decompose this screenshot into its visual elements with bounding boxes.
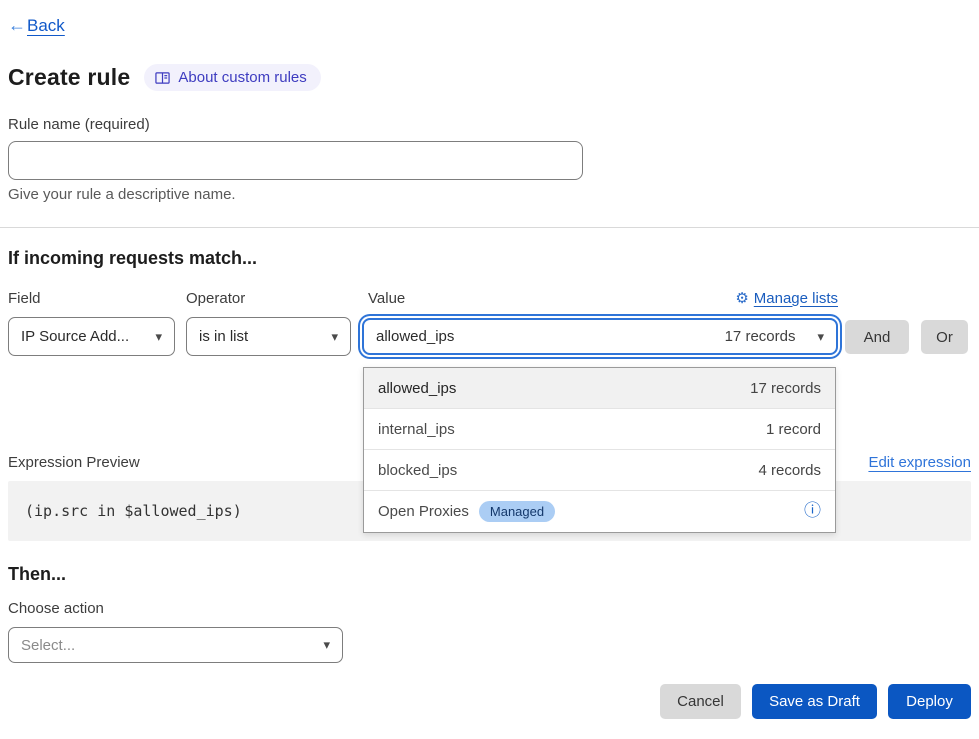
managed-badge: Managed [479, 501, 555, 522]
list-name: Open Proxies [378, 503, 469, 520]
back-arrow-icon: ← [8, 15, 26, 36]
title-row: Create rule About custom rules [8, 64, 321, 91]
gear-icon: ⚙ [735, 289, 748, 307]
list-records-count: 4 records [758, 462, 821, 479]
list-name: internal_ips [378, 421, 455, 438]
list-records-count: 1 record [766, 421, 821, 438]
expression-preview-label: Expression Preview [8, 454, 140, 471]
value-select[interactable]: allowed_ips 17 records ▾ [362, 318, 838, 355]
manage-lists-label: Manage lists [754, 290, 838, 307]
cancel-button[interactable]: Cancel [660, 684, 741, 719]
list-name: blocked_ips [378, 462, 457, 479]
expression-code: (ip.src in $allowed_ips) [25, 502, 242, 520]
and-button[interactable]: And [845, 320, 909, 354]
chevron-down-icon: ▾ [323, 637, 330, 653]
field-select-value: IP Source Add... [21, 328, 129, 345]
chevron-down-icon: ▾ [155, 329, 162, 345]
operator-select-value: is in list [199, 328, 248, 345]
book-icon [155, 71, 170, 85]
back-link[interactable]: ←Back [8, 15, 65, 36]
chevron-down-icon: ▾ [817, 329, 824, 345]
rule-name-input[interactable] [8, 141, 583, 180]
choose-action-label: Choose action [8, 600, 104, 617]
about-custom-rules-link[interactable]: About custom rules [144, 64, 320, 91]
section-divider [0, 227, 979, 228]
dropdown-option-allowed-ips[interactable]: allowed_ips 17 records [364, 368, 835, 409]
about-badge-label: About custom rules [178, 69, 306, 86]
info-icon[interactable]: ⓘ [804, 503, 821, 520]
rule-name-helper-text: Give your rule a descriptive name. [8, 186, 236, 203]
manage-lists-link[interactable]: ⚙ Manage lists [735, 289, 838, 307]
value-label: Value [368, 290, 405, 307]
then-section-heading: Then... [8, 564, 66, 585]
action-select[interactable]: Select... ▾ [8, 627, 343, 663]
page-title: Create rule [8, 64, 130, 91]
dropdown-option-internal-ips[interactable]: internal_ips 1 record [364, 409, 835, 450]
back-link-label: Back [27, 16, 65, 36]
field-label: Field [8, 290, 41, 307]
value-select-records-count: 17 records [725, 328, 796, 345]
or-button[interactable]: Or [921, 320, 968, 354]
operator-label: Operator [186, 290, 245, 307]
deploy-button[interactable]: Deploy [888, 684, 971, 719]
operator-select[interactable]: is in list ▾ [186, 317, 351, 356]
rule-name-label: Rule name (required) [8, 116, 150, 133]
action-select-placeholder: Select... [21, 637, 75, 654]
dropdown-option-open-proxies[interactable]: Open Proxies Managed ⓘ [364, 491, 835, 532]
value-dropdown-panel: allowed_ips 17 records internal_ips 1 re… [363, 367, 836, 533]
chevron-down-icon: ▾ [331, 329, 338, 345]
list-name: allowed_ips [378, 380, 456, 397]
match-section-heading: If incoming requests match... [8, 248, 257, 269]
value-select-value: allowed_ips [376, 328, 454, 345]
list-records-count: 17 records [750, 380, 821, 397]
save-as-draft-button[interactable]: Save as Draft [752, 684, 877, 719]
dropdown-option-blocked-ips[interactable]: blocked_ips 4 records [364, 450, 835, 491]
create-rule-page: ←Back Create rule About custom rules Rul… [0, 0, 979, 739]
edit-expression-link[interactable]: Edit expression [868, 454, 971, 471]
field-select[interactable]: IP Source Add... ▾ [8, 317, 175, 356]
